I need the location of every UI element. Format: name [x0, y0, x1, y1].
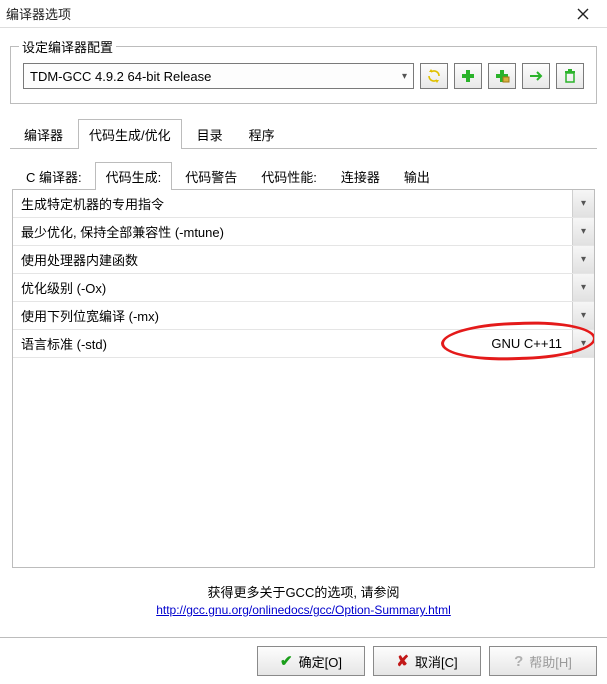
- subtab-warnings[interactable]: 代码警告: [174, 162, 248, 190]
- chevron-down-icon: ▾: [402, 71, 407, 82]
- option-value: GNU C++11: [432, 330, 572, 357]
- footer-text: 获得更多关于GCC的选项, 请参阅: [10, 582, 597, 601]
- dialog-body: 设定编译器配置 TDM-GCC 4.9.2 64-bit Release ▾: [0, 28, 607, 621]
- find-replace-button[interactable]: [420, 63, 448, 89]
- tab-codegen[interactable]: 代码生成/优化: [78, 119, 182, 149]
- gcc-docs-link[interactable]: http://gcc.gnu.org/onlinedocs/gcc/Option…: [156, 603, 451, 617]
- compiler-config-label: 设定编译器配置: [19, 37, 116, 56]
- tab-label: 代码生成:: [106, 170, 162, 185]
- plus-icon: [460, 68, 476, 84]
- plus-folder-icon: [494, 68, 510, 84]
- chevron-down-icon: ▾: [581, 282, 586, 293]
- delete-button[interactable]: [556, 63, 584, 89]
- add-button[interactable]: [454, 63, 482, 89]
- ok-button[interactable]: ✔ 确定[O]: [257, 646, 365, 676]
- compiler-config-combo[interactable]: TDM-GCC 4.9.2 64-bit Release ▾: [23, 63, 414, 89]
- subtab-linker[interactable]: 连接器: [330, 162, 391, 190]
- title-bar: 编译器选项: [0, 0, 607, 28]
- main-tabbar: 编译器 代码生成/优化 目录 程序: [10, 118, 597, 149]
- tab-label: 代码警告: [185, 170, 237, 185]
- compiler-config-group: 设定编译器配置 TDM-GCC 4.9.2 64-bit Release ▾: [10, 46, 597, 104]
- trash-icon: [562, 68, 578, 84]
- close-icon: [577, 8, 589, 20]
- rename-button[interactable]: [522, 63, 550, 89]
- chevron-down-icon: ▾: [581, 254, 586, 265]
- tab-label: C 编译器:: [26, 170, 82, 185]
- compiler-config-selected: TDM-GCC 4.9.2 64-bit Release: [30, 69, 211, 84]
- check-icon: ✔: [280, 652, 293, 670]
- option-dropdown[interactable]: ▾: [572, 330, 594, 357]
- tab-dirs[interactable]: 目录: [186, 119, 234, 149]
- x-icon: ✘: [396, 652, 409, 670]
- option-label: 最少优化, 保持全部兼容性 (-mtune): [13, 218, 572, 245]
- option-label: 优化级别 (-Ox): [13, 274, 572, 301]
- find-replace-icon: [426, 68, 442, 84]
- tab-label: 连接器: [341, 170, 380, 185]
- cancel-label: 取消[C]: [415, 652, 458, 671]
- help-label: 帮助[H]: [529, 652, 572, 671]
- option-value-text: GNU C++11: [432, 336, 568, 351]
- option-dropdown[interactable]: ▾: [572, 302, 594, 329]
- window-title: 编译器选项: [6, 4, 71, 23]
- option-label: 生成特定机器的专用指令: [13, 190, 572, 217]
- help-button[interactable]: ? 帮助[H]: [489, 646, 597, 676]
- option-label: 语言标准 (-std): [13, 330, 432, 357]
- option-row: 最少优化, 保持全部兼容性 (-mtune) ▾: [13, 218, 594, 246]
- tab-label: 代码生成/优化: [89, 128, 171, 143]
- window-close-button[interactable]: [563, 2, 603, 26]
- tab-label: 目录: [197, 128, 223, 143]
- option-dropdown[interactable]: ▾: [572, 190, 594, 217]
- sub-tabbar: C 编译器: 代码生成: 代码警告 代码性能: 连接器 输出: [12, 161, 595, 190]
- chevron-down-icon: ▾: [581, 310, 586, 321]
- tab-label: 编译器: [24, 128, 63, 143]
- option-row-std: 语言标准 (-std) GNU C++11 ▾: [13, 330, 594, 358]
- question-icon: ?: [514, 653, 523, 670]
- footer-link-row: http://gcc.gnu.org/onlinedocs/gcc/Option…: [10, 603, 597, 617]
- option-row: 使用处理器内建函数 ▾: [13, 246, 594, 274]
- option-dropdown[interactable]: ▾: [572, 274, 594, 301]
- chevron-down-icon: ▾: [581, 198, 586, 209]
- option-row: 生成特定机器的专用指令 ▾: [13, 190, 594, 218]
- cancel-button[interactable]: ✘ 取消[C]: [373, 646, 481, 676]
- ok-label: 确定[O]: [299, 652, 342, 671]
- subtab-perf[interactable]: 代码性能:: [250, 162, 328, 190]
- add-folder-button[interactable]: [488, 63, 516, 89]
- options-list: 生成特定机器的专用指令 ▾ 最少优化, 保持全部兼容性 (-mtune) ▾ 使…: [12, 190, 595, 568]
- option-dropdown[interactable]: ▾: [572, 218, 594, 245]
- option-label: 使用下列位宽编译 (-mx): [13, 302, 572, 329]
- option-label: 使用处理器内建函数: [13, 246, 572, 273]
- subtab-c-compiler[interactable]: C 编译器:: [15, 162, 93, 190]
- subtab-output[interactable]: 输出: [393, 162, 441, 190]
- tab-label: 输出: [404, 170, 430, 185]
- option-row: 优化级别 (-Ox) ▾: [13, 274, 594, 302]
- chevron-down-icon: ▾: [581, 226, 586, 237]
- tab-programs[interactable]: 程序: [238, 119, 286, 149]
- tab-label: 程序: [249, 128, 275, 143]
- subtab-codegen[interactable]: 代码生成:: [95, 162, 173, 190]
- dialog-buttons: ✔ 确定[O] ✘ 取消[C] ? 帮助[H]: [0, 638, 607, 684]
- chevron-down-icon: ▾: [581, 338, 586, 349]
- option-dropdown[interactable]: ▾: [572, 246, 594, 273]
- tab-label: 代码性能:: [261, 170, 317, 185]
- option-row: 使用下列位宽编译 (-mx) ▾: [13, 302, 594, 330]
- rename-icon: [528, 68, 544, 84]
- tab-compiler[interactable]: 编译器: [13, 119, 74, 149]
